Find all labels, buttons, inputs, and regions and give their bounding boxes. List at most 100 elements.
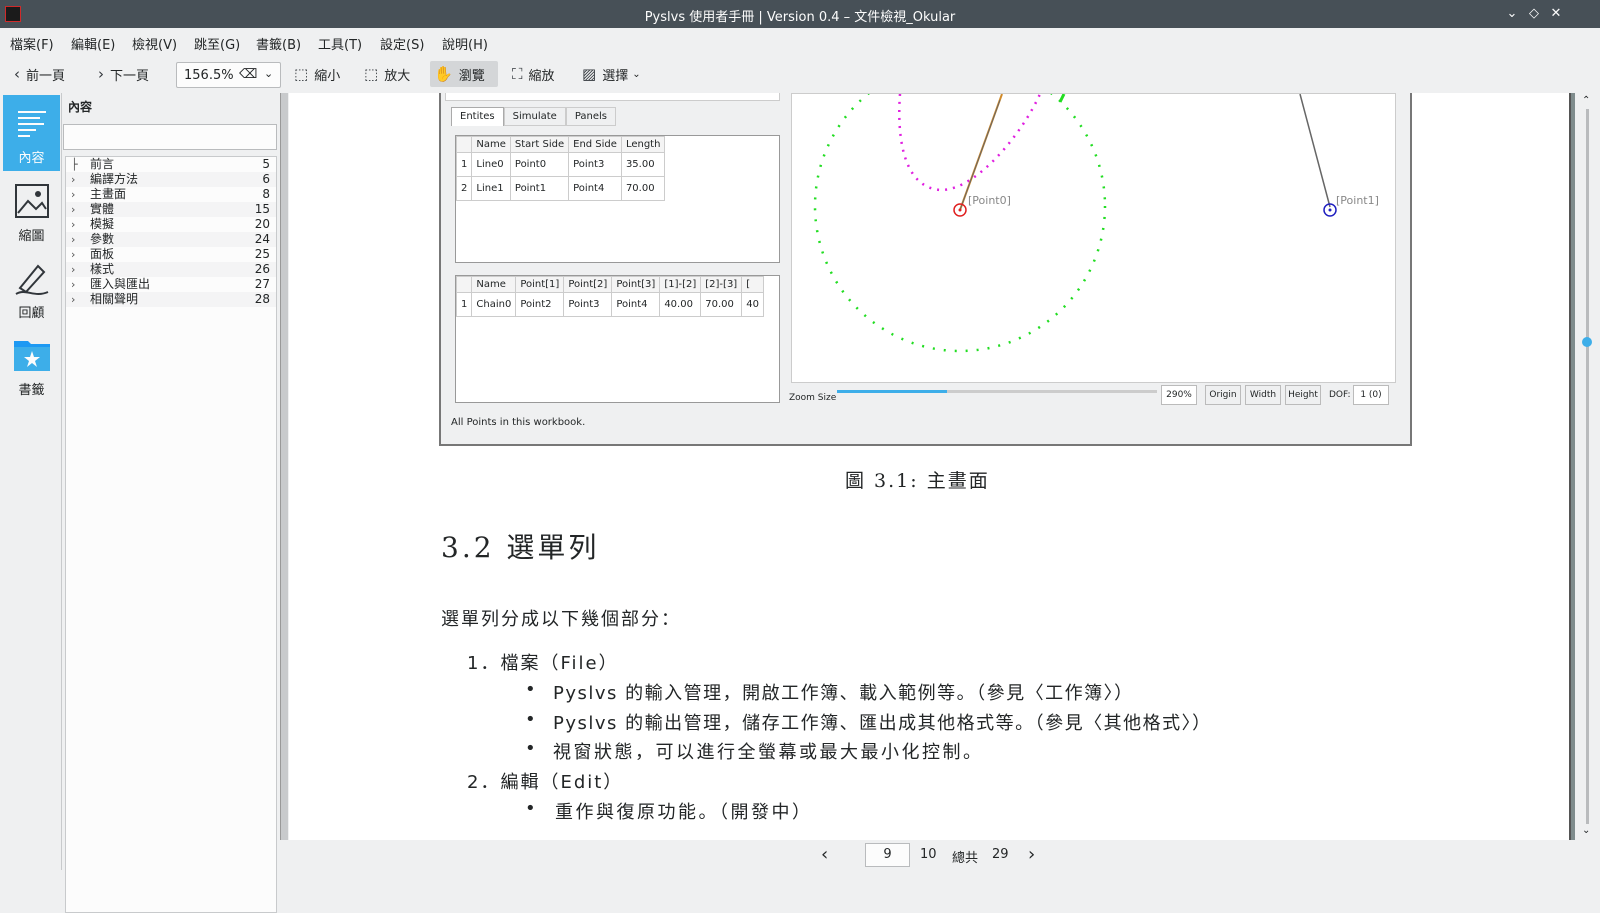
hand-icon: ✋ (434, 65, 453, 83)
pen-icon (14, 264, 48, 295)
chevron-right-icon[interactable]: › (71, 172, 75, 187)
figure-point-label: [Point1] (1336, 194, 1379, 207)
scrollbar-handle[interactable] (1582, 337, 1592, 347)
bookmark-folder-icon (13, 341, 50, 371)
menu-edit[interactable]: 編輯(E) (71, 34, 115, 53)
toc-item[interactable]: › 匯入與匯出 27 (66, 277, 276, 292)
mechanism-drawing (813, 93, 1337, 353)
clear-icon[interactable]: ⌫ (239, 67, 257, 82)
zoom-out-label: 縮小 (314, 68, 341, 84)
toc-item[interactable]: › 主畫面 8 (66, 187, 276, 202)
figure-canvas: [Point0] [Point1] (791, 93, 1396, 383)
chevron-right-icon[interactable]: › (71, 202, 75, 217)
document-page: Entites Simulate Panels Name Start Side En… (289, 93, 1571, 840)
maximize-icon[interactable]: ◇ (1524, 4, 1544, 24)
chevron-right-icon[interactable]: › (71, 187, 75, 202)
toc-item[interactable]: › 相關聲明 28 (66, 292, 276, 307)
list-item: Pyslvs 的輸入管理，開啟工作簿、載入範例等。（參見〈工作簿〉） (553, 683, 1134, 704)
browse-tool-button[interactable]: ✋ 瀏覽 (430, 61, 498, 87)
chevron-right-icon[interactable]: › (71, 262, 75, 277)
bullet: • (525, 679, 536, 700)
panel-splitter[interactable] (280, 93, 288, 840)
tab-thumbnails[interactable]: 縮圖 (3, 173, 60, 249)
chevron-right-icon[interactable]: › (71, 292, 75, 307)
next-page-button[interactable]: › 下一頁 (94, 61, 153, 87)
menu-go[interactable]: 跳至(G) (194, 34, 240, 53)
bullet: • (525, 798, 536, 819)
toc-search-input[interactable] (63, 124, 277, 150)
chevron-right-icon[interactable]: › (71, 277, 75, 292)
toc-item[interactable]: › 面板 25 (66, 247, 276, 262)
menu-help[interactable]: 說明(H) (442, 34, 488, 53)
menu-tools[interactable]: 工具(T) (318, 34, 362, 53)
window-titlebar: Pyslvs 使用者手冊 | Version 0.4 – 文件檢視_Okular… (0, 0, 1600, 28)
tab-bookmarks[interactable]: 書籤 (3, 327, 60, 403)
figure-tab: Panels (565, 107, 617, 126)
prev-page-label: 前一頁 (26, 68, 66, 84)
toc-item[interactable]: › 樣式 26 (66, 262, 276, 277)
sidebar-tabbar: 內容 縮圖 回顧 書籤 (0, 93, 62, 870)
menu-view[interactable]: 檢視(V) (132, 34, 177, 53)
toc-item[interactable]: › 實體 15 (66, 202, 276, 217)
tab-reviews[interactable]: 回顧 (3, 250, 60, 326)
figure-zoom-slider (837, 390, 1157, 393)
total-pages: 29 (992, 847, 1009, 862)
close-icon[interactable]: ✕ (1546, 4, 1566, 24)
tab-reviews-label: 回顧 (18, 306, 45, 321)
chevron-down-icon[interactable]: ⌄ (1582, 825, 1590, 836)
menu-settings[interactable]: 設定(S) (380, 34, 424, 53)
list-item: 重作與復原功能。（開發中） (555, 802, 813, 823)
toc-item[interactable]: ├ 前言 5 (66, 157, 276, 172)
toc-item[interactable]: › 參數 24 (66, 232, 276, 247)
chevron-down-icon[interactable]: ⌄ (632, 69, 640, 80)
chevron-right-icon[interactable]: › (71, 247, 75, 262)
contents-panel: 內容 ├ 前言 5 › 編譯方法 6 › 主畫面 8 › 實體 15 › 模擬 20 › 參數 24 ›… (63, 93, 279, 913)
figure-tabbar: Entites Simulate Panels (451, 107, 617, 126)
minimize-icon[interactable]: ⌄ (1502, 4, 1522, 24)
toc-tree: ├ 前言 5 › 編譯方法 6 › 主畫面 8 › 實體 15 › 模擬 20 › 參數 24 › 面板 2… (65, 156, 277, 913)
next-page-number: 10 (920, 847, 937, 862)
page-number-input[interactable]: 9 (865, 843, 910, 867)
paragraph: 選單列分成以下幾個部分： (441, 609, 681, 630)
prev-page-button[interactable]: ‹ 前一頁 (10, 61, 69, 87)
section-heading: 3.2 選單列 (441, 531, 600, 564)
tab-contents[interactable]: 內容 (3, 95, 60, 171)
zoom-out-icon: ⬚ (294, 65, 309, 83)
chevron-right-icon[interactable]: › (71, 217, 75, 232)
figure-chains-table: Name Point[1] Point[2] Point[3] [1]-[2] [2]-[… (455, 275, 780, 403)
list-item: Pyslvs 的輸出管理，儲存工作簿、匯出成其他格式等。（參見〈其他格式〉） (553, 713, 1212, 734)
chevron-right-icon[interactable]: › (71, 232, 75, 247)
menubar: 檔案(F) 編輯(E) 檢視(V) 跳至(G) 書籤(B) 工具(T) 設定(S… (0, 28, 1600, 55)
browse-tool-label: 瀏覽 (458, 68, 485, 84)
document-scrollbar[interactable]: ⌃ ⌄ (1575, 93, 1600, 840)
zoom-in-button[interactable]: ⬚ 放大 (360, 61, 414, 87)
toc-item[interactable]: › 模擬 20 (66, 217, 276, 232)
scrollbar-track[interactable] (1586, 109, 1589, 824)
toc-item[interactable]: › 編譯方法 6 (66, 172, 276, 187)
zoom-tool-button[interactable]: ⛶ 縮放 (508, 61, 559, 87)
window-title: Pyslvs 使用者手冊 | Version 0.4 – 文件檢視_Okular (644, 10, 956, 25)
menu-bookmarks[interactable]: 書籤(B) (256, 34, 301, 53)
tab-bookmarks-label: 書籤 (18, 383, 45, 398)
tab-contents-label: 內容 (18, 151, 45, 166)
figure-tab: Entites (451, 107, 504, 126)
zoom-out-button[interactable]: ⬚ 縮小 (290, 61, 344, 87)
figure-button: Origin (1205, 385, 1241, 405)
zoom-tool-label: 縮放 (528, 68, 555, 84)
panel-title: 內容 (68, 100, 93, 114)
select-tool-button[interactable]: ▨ 選擇 ⌄ (578, 61, 645, 87)
menu-file[interactable]: 檔案(F) (10, 34, 54, 53)
figure-status: All Points in this workbook. (451, 417, 586, 428)
chevron-down-icon[interactable]: ⌄ (264, 67, 273, 80)
next-page-label: 下一頁 (110, 68, 150, 84)
contents-icon (17, 111, 46, 137)
figure-links-table: Name Start Side End Side Length 1 Line0 Point… (455, 135, 780, 263)
figure-zoom-pct: 290% (1161, 385, 1197, 405)
zoom-combobox[interactable]: 156.5% ⌫ ⌄ (176, 62, 281, 88)
zoom-area-icon: ⛶ (512, 65, 523, 83)
chevron-left-icon[interactable]: ‹ (821, 844, 828, 865)
chevron-right-icon[interactable]: › (1028, 844, 1035, 865)
chevron-up-icon[interactable]: ⌃ (1582, 95, 1590, 106)
list-item: 視窗狀態，可以進行全螢幕或最大最小化控制。 (553, 742, 984, 763)
document-view[interactable]: Entites Simulate Panels Name Start Side En… (289, 93, 1575, 840)
